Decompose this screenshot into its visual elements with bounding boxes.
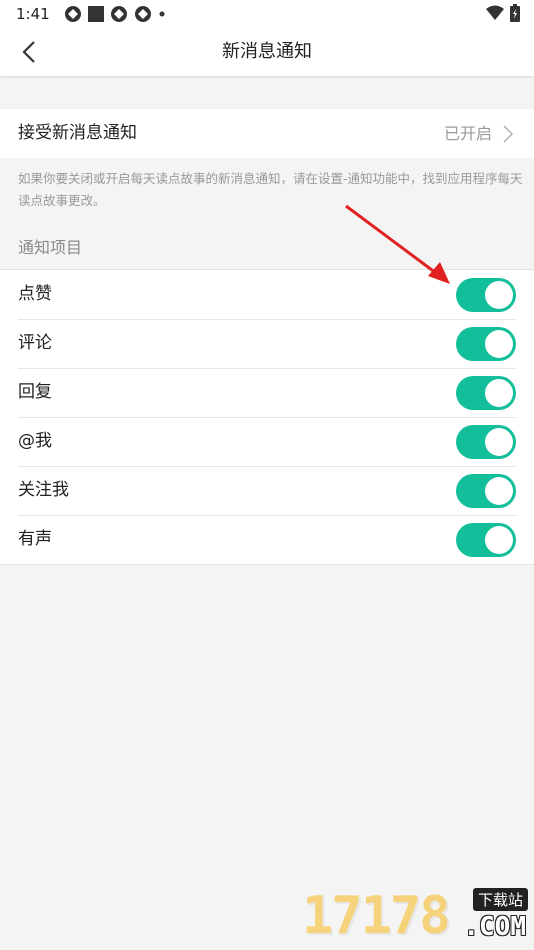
reply-toggle[interactable] [456, 376, 516, 410]
section-title: 通知项目 [18, 238, 83, 257]
follow-toggle[interactable] [456, 474, 516, 508]
item-label: 点赞 [18, 284, 52, 304]
status-notification-icons [64, 5, 166, 23]
watermark-logo: 17178 下载站 .COM [300, 882, 530, 948]
battery-icon [510, 4, 520, 22]
status-time: 1:41 [16, 5, 50, 23]
annotation-arrow-icon [345, 204, 450, 284]
watermark-domain: .COM [463, 912, 526, 942]
like-toggle[interactable] [456, 278, 516, 312]
notification-app-icon [64, 6, 81, 22]
more-notifications-dot-icon [159, 11, 165, 17]
item-label: 有声 [18, 529, 52, 549]
comment-toggle[interactable] [456, 327, 516, 361]
watermark-badge: 下载站 [472, 888, 528, 911]
toggle-knob [485, 428, 513, 456]
notification-item-list: 点赞 评论 回复 @我 关注我 有声 [0, 269, 534, 565]
status-system-icons [486, 4, 520, 22]
receive-notifications-status: 已开启 [443, 124, 492, 143]
item-label: 评论 [18, 333, 52, 353]
mention-toggle[interactable] [456, 425, 516, 459]
list-item: 关注我 [0, 466, 534, 515]
item-label: 关注我 [18, 480, 69, 500]
notification-app-icon [134, 6, 151, 22]
chevron-right-icon [503, 125, 514, 143]
wifi-icon [486, 5, 504, 20]
toggle-knob [485, 330, 513, 358]
audio-toggle[interactable] [456, 523, 516, 557]
notification-square-icon [87, 6, 104, 22]
toggle-knob [485, 477, 513, 505]
receive-notifications-label: 接受新消息通知 [18, 123, 137, 143]
item-label: 回复 [18, 382, 52, 402]
toggle-knob [485, 281, 513, 309]
page-title: 新消息通知 [222, 41, 312, 62]
list-item: 评论 [0, 319, 534, 368]
item-label: @我 [18, 431, 52, 451]
notification-app-icon [110, 6, 127, 22]
toggle-knob [485, 379, 513, 407]
status-bar: 1:41 [0, 0, 534, 28]
receive-notifications-row[interactable]: 接受新消息通知 已开启 [0, 109, 534, 158]
list-item: @我 [0, 417, 534, 466]
watermark-digits: 17178 [302, 886, 451, 946]
list-item: 回复 [0, 368, 534, 417]
toggle-knob [485, 526, 513, 554]
list-item: 有声 [0, 515, 534, 564]
navigation-bar: 新消息通知 [0, 28, 534, 77]
